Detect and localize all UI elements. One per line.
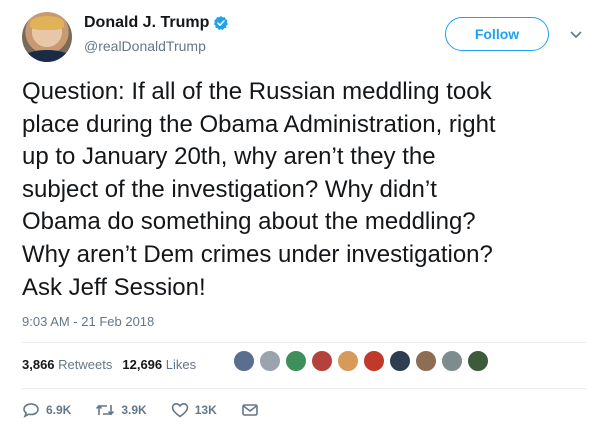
reply-icon bbox=[23, 403, 39, 418]
engagement-stats: 3,866 Retweets 12,696 Likes bbox=[22, 357, 206, 372]
retweet-button[interactable]: 3.9K bbox=[95, 402, 147, 418]
liker-avatar[interactable] bbox=[415, 350, 437, 372]
tweet-line: up to January 20th, why aren’t they the bbox=[22, 143, 436, 171]
like-count: 13K bbox=[194, 403, 217, 417]
likers-avatars bbox=[233, 350, 493, 372]
reply-count: 6.9K bbox=[46, 403, 72, 417]
divider bbox=[22, 342, 586, 343]
envelope-icon bbox=[241, 404, 258, 416]
likes-label: Likes bbox=[165, 357, 197, 372]
tweet-line: Why aren’t Dem crimes under investigatio… bbox=[22, 240, 493, 268]
tweet-timestamp[interactable]: 9:03 AM - 21 Feb 2018 bbox=[22, 314, 154, 329]
retweet-icon bbox=[96, 404, 115, 416]
like-button[interactable]: 13K bbox=[171, 402, 217, 418]
direct-message-button[interactable] bbox=[241, 402, 265, 418]
liker-avatar[interactable] bbox=[467, 350, 489, 372]
tweet-line: Obama do something about the meddling? bbox=[22, 208, 476, 236]
retweet-count: 3.9K bbox=[121, 403, 147, 417]
liker-avatar[interactable] bbox=[285, 350, 307, 372]
tweet-text: Question: If all of the Russian meddling… bbox=[22, 76, 592, 304]
avatar[interactable] bbox=[22, 12, 72, 62]
reply-button[interactable]: 6.9K bbox=[22, 402, 71, 418]
tweet-line: Question: If all of the Russian meddling… bbox=[22, 78, 492, 105]
liker-avatar[interactable] bbox=[441, 350, 463, 372]
retweets-count: 3,866 bbox=[22, 357, 55, 372]
liker-avatar[interactable] bbox=[389, 350, 411, 372]
tweet-line: place during the Obama Administration, r… bbox=[22, 110, 496, 138]
likes-count: 12,696 bbox=[122, 357, 163, 372]
follow-button[interactable]: Follow bbox=[445, 17, 549, 51]
liker-avatar[interactable] bbox=[337, 350, 359, 372]
verified-badge-icon bbox=[214, 16, 229, 30]
author-handle[interactable]: @realDonaldTrump bbox=[84, 38, 206, 54]
liker-avatar[interactable] bbox=[311, 350, 333, 372]
author-name[interactable]: Donald J. Trump bbox=[84, 14, 209, 32]
liker-avatar[interactable] bbox=[259, 350, 281, 372]
tweet-line: subject of the investigation? Why didn’t bbox=[22, 175, 437, 203]
retweets-stat[interactable]: 3,866 Retweets bbox=[22, 357, 112, 372]
liker-avatar[interactable] bbox=[233, 350, 255, 372]
likes-stat[interactable]: 12,696 Likes bbox=[122, 357, 196, 372]
tweet-line: Ask Jeff Session! bbox=[22, 273, 206, 301]
liker-avatar[interactable] bbox=[363, 350, 385, 372]
avatar-suit bbox=[22, 50, 72, 62]
avatar-hair bbox=[30, 16, 64, 30]
tweet-actions: 6.9K 3.9K 13K bbox=[22, 402, 289, 418]
heart-icon bbox=[171, 402, 189, 418]
retweets-label: Retweets bbox=[58, 357, 113, 372]
author-name-row[interactable]: Donald J. Trump bbox=[84, 14, 229, 32]
divider bbox=[22, 388, 586, 389]
chevron-down-icon[interactable] bbox=[570, 30, 582, 40]
